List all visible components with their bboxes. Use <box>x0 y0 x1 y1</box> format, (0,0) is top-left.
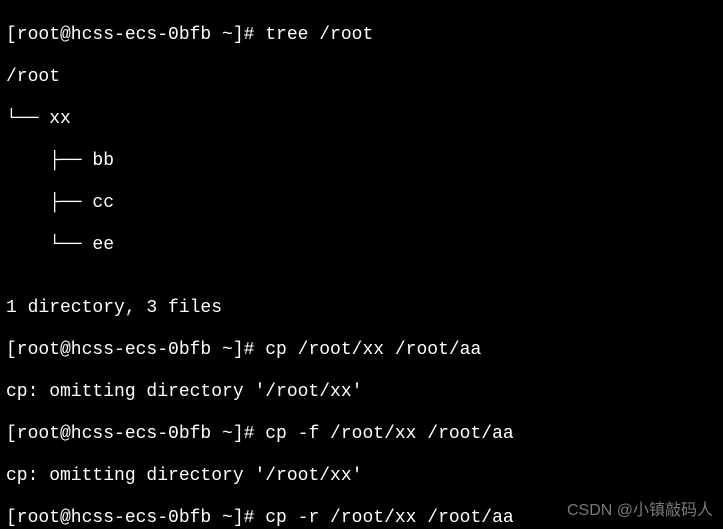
tree-output: └── xx <box>6 109 717 130</box>
shell-prompt: [root@hcss-ecs-0bfb ~]# <box>6 25 265 45</box>
command-line[interactable]: [root@hcss-ecs-0bfb ~]# cp /root/xx /roo… <box>6 340 717 361</box>
tree-output: ├── cc <box>6 193 717 214</box>
shell-prompt: [root@hcss-ecs-0bfb ~]# <box>6 424 265 444</box>
terminal-window[interactable]: [root@hcss-ecs-0bfb ~]# tree /root /root… <box>0 0 723 529</box>
shell-prompt: [root@hcss-ecs-0bfb ~]# <box>6 340 265 360</box>
tree-output: ├── bb <box>6 151 717 172</box>
command-text: cp -f /root/xx /root/aa <box>265 424 513 444</box>
command-line[interactable]: [root@hcss-ecs-0bfb ~]# tree /root <box>6 25 717 46</box>
tree-output: /root <box>6 67 717 88</box>
command-line[interactable]: [root@hcss-ecs-0bfb ~]# cp -f /root/xx /… <box>6 424 717 445</box>
command-text: tree /root <box>265 25 373 45</box>
tree-output: └── ee <box>6 235 717 256</box>
shell-prompt: [root@hcss-ecs-0bfb ~]# <box>6 508 265 528</box>
command-text: cp /root/xx /root/aa <box>265 340 481 360</box>
command-text: cp -r /root/xx /root/aa <box>265 508 513 528</box>
error-output: cp: omitting directory '/root/xx' <box>6 466 717 487</box>
error-output: cp: omitting directory '/root/xx' <box>6 382 717 403</box>
command-line[interactable]: [root@hcss-ecs-0bfb ~]# cp -r /root/xx /… <box>6 508 717 529</box>
tree-summary: 1 directory, 3 files <box>6 298 717 319</box>
